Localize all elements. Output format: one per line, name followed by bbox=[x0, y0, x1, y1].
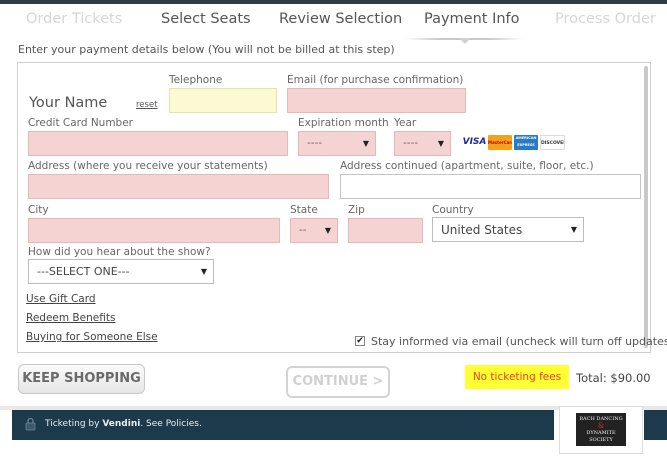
year-label: Year bbox=[394, 117, 417, 129]
use-gift-card-link[interactable]: Use Gift Card bbox=[26, 293, 96, 305]
discover-icon: DISCOVER bbox=[540, 135, 565, 150]
step-process-order: Process Order bbox=[555, 11, 656, 27]
country-value: United States bbox=[441, 223, 523, 237]
reset-link[interactable]: reset bbox=[136, 100, 158, 110]
logo-line: & bbox=[597, 422, 605, 430]
order-total: Total: $90.00 bbox=[576, 371, 651, 385]
see-policies-link[interactable]: . See Policies. bbox=[140, 419, 202, 429]
lock-icon bbox=[25, 417, 36, 431]
stay-informed-label: Stay informed via email (uncheck will tu… bbox=[371, 335, 667, 348]
referral-value: ---SELECT ONE--- bbox=[37, 265, 130, 278]
city-label: City bbox=[28, 204, 49, 216]
redeem-benefits-link[interactable]: Redeem Benefits bbox=[26, 312, 115, 324]
step-order-tickets: Order Tickets bbox=[26, 11, 123, 27]
country-select[interactable]: United States ▼ bbox=[432, 217, 584, 242]
stay-informed-checkbox[interactable]: ✔ bbox=[355, 336, 365, 346]
your-name-label: Your Name bbox=[29, 95, 108, 111]
dropdown-arrow-icon: ▼ bbox=[437, 139, 444, 148]
expiration-month-select[interactable]: ---- ▼ bbox=[298, 131, 376, 156]
step-select-seats[interactable]: Select Seats bbox=[161, 11, 251, 27]
address-field[interactable] bbox=[28, 174, 329, 199]
telephone-field[interactable] bbox=[169, 88, 277, 113]
telephone-label: Telephone bbox=[169, 74, 223, 86]
state-value: -- bbox=[299, 224, 307, 236]
dropdown-arrow-icon: ▼ bbox=[362, 139, 369, 148]
email-label: Email (for purchase confirmation) bbox=[287, 74, 464, 86]
form-scrollbar[interactable] bbox=[644, 66, 648, 348]
dropdown-arrow-icon: ▼ bbox=[570, 225, 577, 234]
address-label: Address (where you receive your statemen… bbox=[28, 160, 268, 172]
step-review-selection[interactable]: Review Selection bbox=[279, 11, 402, 27]
mastercard-icon: MasterCard bbox=[488, 135, 512, 150]
referral-select[interactable]: ---SELECT ONE--- ▼ bbox=[28, 259, 214, 284]
buying-for-someone-else-link[interactable]: Buying for Someone Else bbox=[26, 331, 158, 343]
expiration-month-label: Expiration month bbox=[298, 117, 389, 129]
referral-label: How did you hear about the show? bbox=[28, 246, 211, 258]
state-select[interactable]: -- ▼ bbox=[290, 218, 338, 243]
expiration-month-value: ---- bbox=[307, 137, 323, 149]
country-label: Country bbox=[432, 204, 474, 216]
continue-button[interactable]: CONTINUE > bbox=[286, 366, 390, 398]
zip-label: Zip bbox=[348, 204, 365, 216]
visa-icon: VISA bbox=[462, 137, 487, 147]
expiration-year-select[interactable]: ---- ▼ bbox=[394, 131, 451, 156]
footer-credit: Ticketing by Vendini. See Policies. bbox=[45, 419, 202, 429]
checkout-modal: Order Tickets Select Seats Review Select… bbox=[0, 0, 667, 458]
no-fees-badge: No ticketing fees bbox=[465, 365, 569, 389]
ticketing-by-text: Ticketing by bbox=[45, 419, 103, 429]
progress-steps: Order Tickets Select Seats Review Select… bbox=[0, 8, 667, 44]
dropdown-arrow-icon: ▼ bbox=[324, 226, 331, 235]
keep-shopping-button[interactable]: KEEP SHOPPING bbox=[18, 364, 145, 394]
card-number-label: Credit Card Number bbox=[28, 117, 133, 129]
address2-label: Address continued (apartment, suite, flo… bbox=[340, 160, 594, 172]
expiration-year-value: ---- bbox=[403, 137, 419, 149]
organization-logo: BACH DANCING & DYNAMITE SOCIETY bbox=[576, 413, 626, 446]
email-field[interactable] bbox=[287, 88, 466, 113]
logo-line: DYNAMITE SOCIETY bbox=[586, 430, 616, 443]
step-payment-info: Payment Info bbox=[424, 11, 520, 27]
state-label: State bbox=[290, 204, 318, 216]
amex-icon: AMERICAN EXPRESS bbox=[514, 135, 538, 150]
address2-field[interactable] bbox=[340, 174, 641, 199]
page-footer-right bbox=[644, 410, 667, 440]
header-strip bbox=[0, 0, 667, 4]
zip-field[interactable] bbox=[348, 218, 423, 243]
dropdown-arrow-icon: ▼ bbox=[200, 267, 207, 276]
vendini-link[interactable]: Vendini bbox=[102, 419, 140, 429]
payment-intro-text: Enter your payment details below (You wi… bbox=[18, 43, 395, 56]
card-number-field[interactable] bbox=[28, 131, 288, 156]
active-step-pointer-icon bbox=[459, 38, 471, 44]
city-field[interactable] bbox=[28, 218, 280, 243]
